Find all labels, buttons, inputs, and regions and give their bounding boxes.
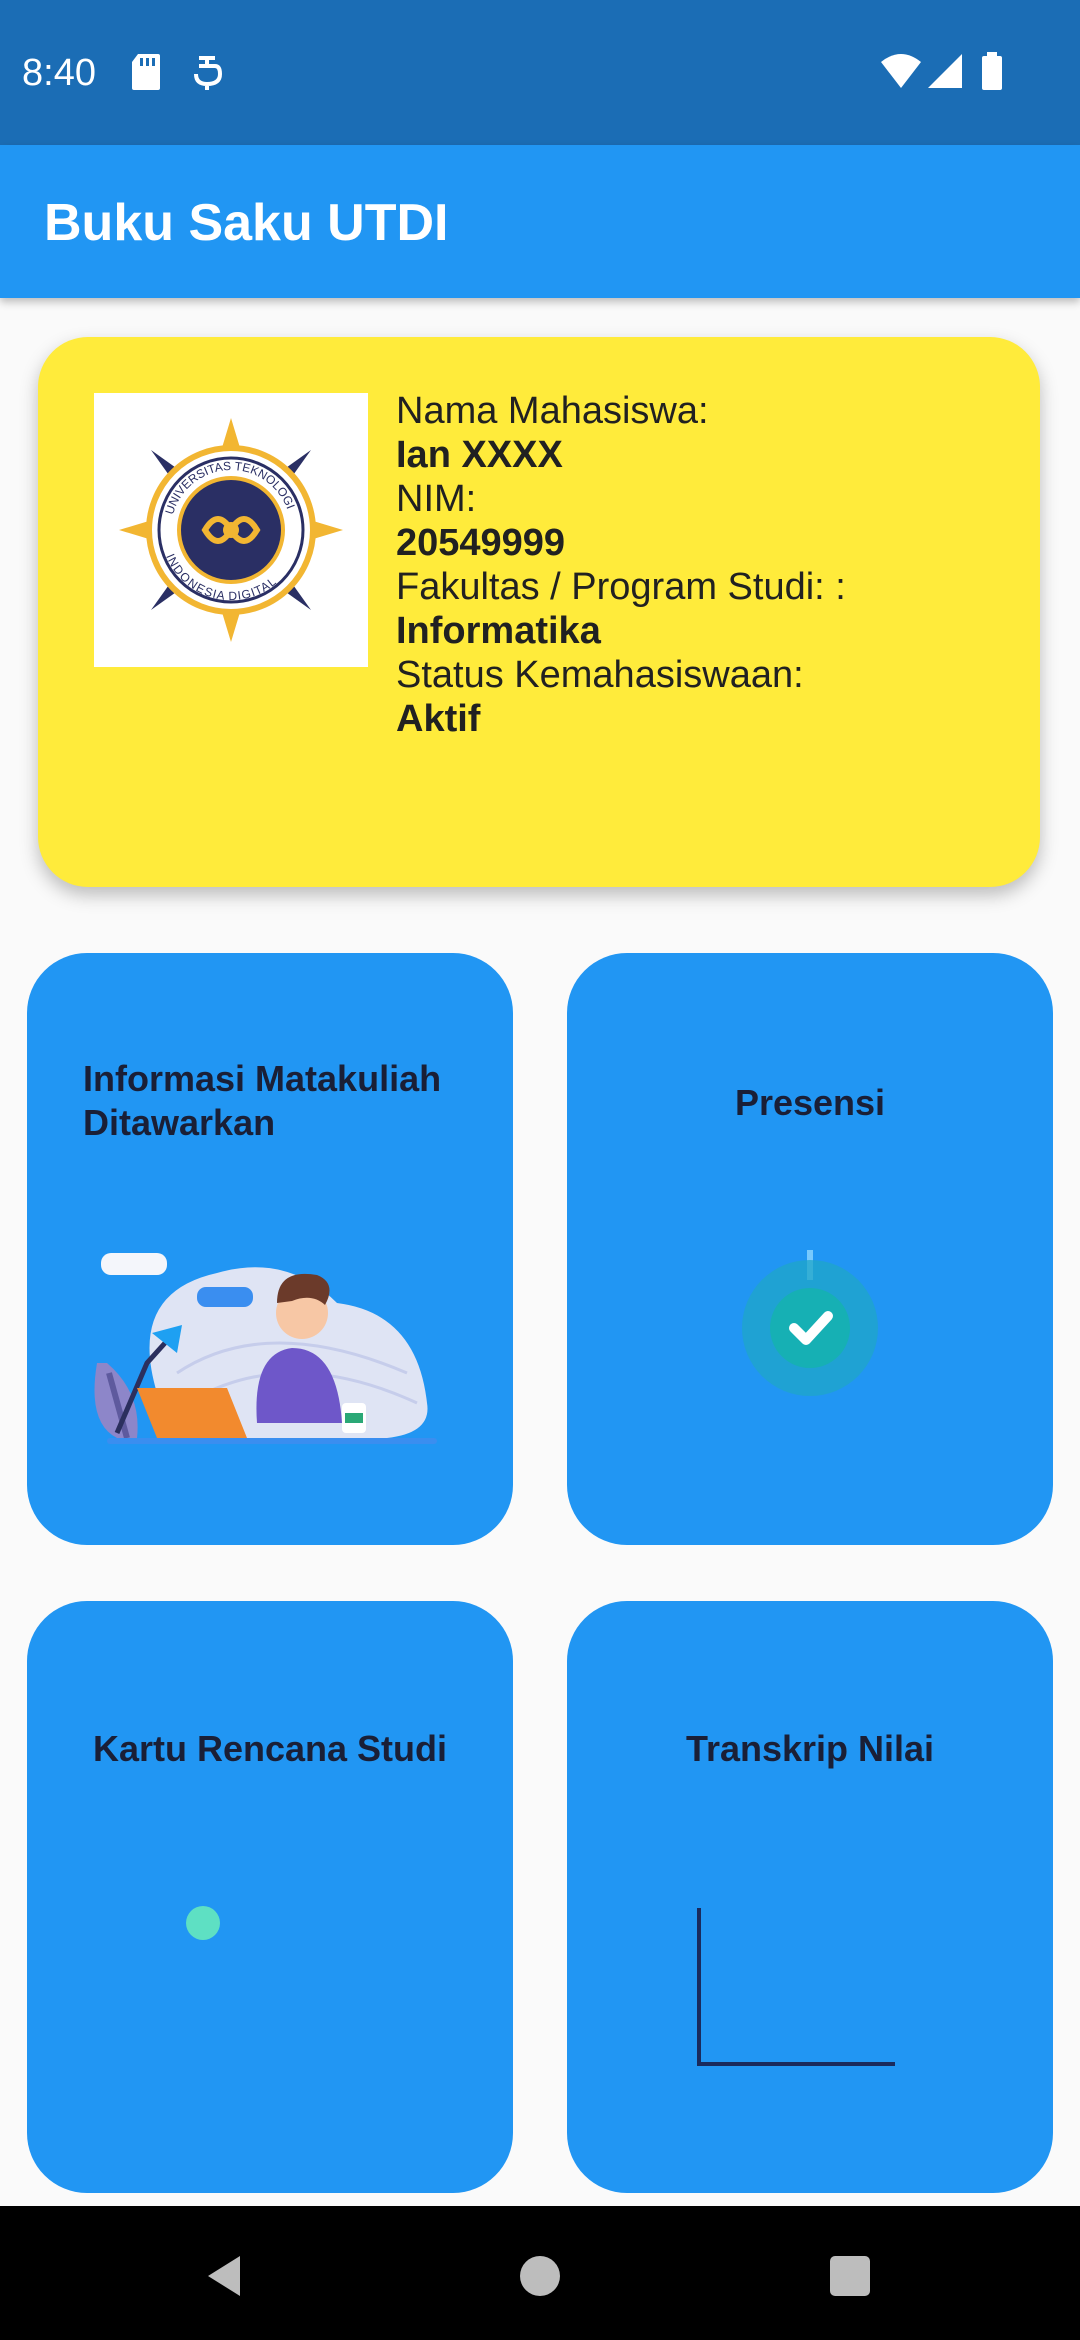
wifi-icon	[881, 54, 921, 88]
person-laptop-illustration	[94, 1253, 437, 1444]
sync-icon	[194, 56, 223, 90]
nim-label: NIM:	[396, 478, 477, 520]
tile-title-krs: Kartu Rencana Studi	[92, 1728, 448, 1769]
student-status: Aktif	[396, 698, 481, 740]
status-time: 8:40	[22, 52, 96, 94]
menu-tile-transkrip[interactable]: Transkrip Nilai	[567, 1601, 1053, 2193]
dot-animation	[186, 1906, 220, 1940]
menu-tile-course-info[interactable]: Informasi Matakuliah Ditawarkan	[27, 953, 513, 1545]
navigation-bar	[0, 2206, 1080, 2340]
chart-axes-animation	[697, 1908, 895, 2066]
sd-card-icon	[132, 54, 160, 90]
student-nim: 20549999	[396, 522, 566, 564]
faculty-label: Fakultas / Program Studi: :	[396, 566, 846, 608]
back-icon[interactable]	[204, 2254, 244, 2298]
tile-title-course-info: Informasi Matakuliah Ditawarkan	[83, 1058, 442, 1143]
recents-icon[interactable]	[828, 2254, 872, 2298]
app-bar: Buku Saku UTDI	[0, 145, 1080, 298]
tile-title-transkrip: Transkrip Nilai	[685, 1728, 935, 1769]
check-circle-icon	[742, 1250, 878, 1396]
name-label: Nama Mahasiswa:	[396, 390, 709, 432]
menu-tile-presensi[interactable]: Presensi	[567, 953, 1053, 1545]
tile-title-presensi: Presensi	[734, 1082, 886, 1123]
app-title: Buku Saku UTDI	[44, 194, 449, 252]
status-label: Status Kemahasiswaan:	[396, 654, 804, 696]
battery-icon	[982, 52, 1002, 90]
menu-tile-krs[interactable]: Kartu Rencana Studi	[27, 1601, 513, 2193]
student-faculty: Informatika	[396, 610, 601, 652]
student-info-card: UNIVERSITAS TEKNOLOGI INDONESIA DIGITAL …	[38, 337, 1040, 887]
student-name: Ian XXXX	[396, 434, 563, 476]
signal-icon	[928, 54, 962, 88]
university-logo: UNIVERSITAS TEKNOLOGI INDONESIA DIGITAL	[94, 393, 368, 667]
home-icon[interactable]	[518, 2254, 562, 2298]
student-info: Nama Mahasiswa: Ian XXXX NIM: 20549999 F…	[396, 389, 846, 741]
status-bar: 8:40	[0, 0, 1080, 145]
